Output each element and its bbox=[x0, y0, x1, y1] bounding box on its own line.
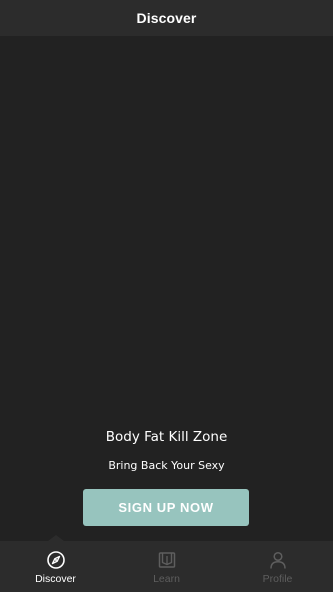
app-screen: Discover Body Fat Kill Zone Bring Back Y… bbox=[0, 0, 333, 592]
person-icon bbox=[269, 551, 286, 569]
discover-content: Body Fat Kill Zone Bring Back Your Sexy … bbox=[0, 36, 333, 541]
compass-icon bbox=[46, 551, 65, 569]
active-tab-notch bbox=[47, 535, 64, 541]
tab-profile[interactable]: Profile bbox=[222, 541, 333, 592]
tab-label: Discover bbox=[35, 573, 76, 585]
promo-subtitle: Bring Back Your Sexy bbox=[108, 459, 225, 472]
tab-label: Learn bbox=[153, 573, 180, 585]
tab-discover[interactable]: Discover bbox=[0, 535, 111, 592]
top-app-bar: Discover bbox=[0, 0, 333, 36]
tab-label: Profile bbox=[262, 573, 293, 585]
sign-up-button[interactable]: SIGN UP NOW bbox=[83, 489, 249, 526]
bottom-tab-bar: Discover Learn Profile bbox=[0, 535, 333, 592]
promo-title: Body Fat Kill Zone bbox=[105, 429, 228, 445]
book-icon bbox=[158, 552, 175, 568]
tab-learn[interactable]: Learn bbox=[111, 541, 222, 592]
page-title: Discover bbox=[136, 10, 197, 26]
